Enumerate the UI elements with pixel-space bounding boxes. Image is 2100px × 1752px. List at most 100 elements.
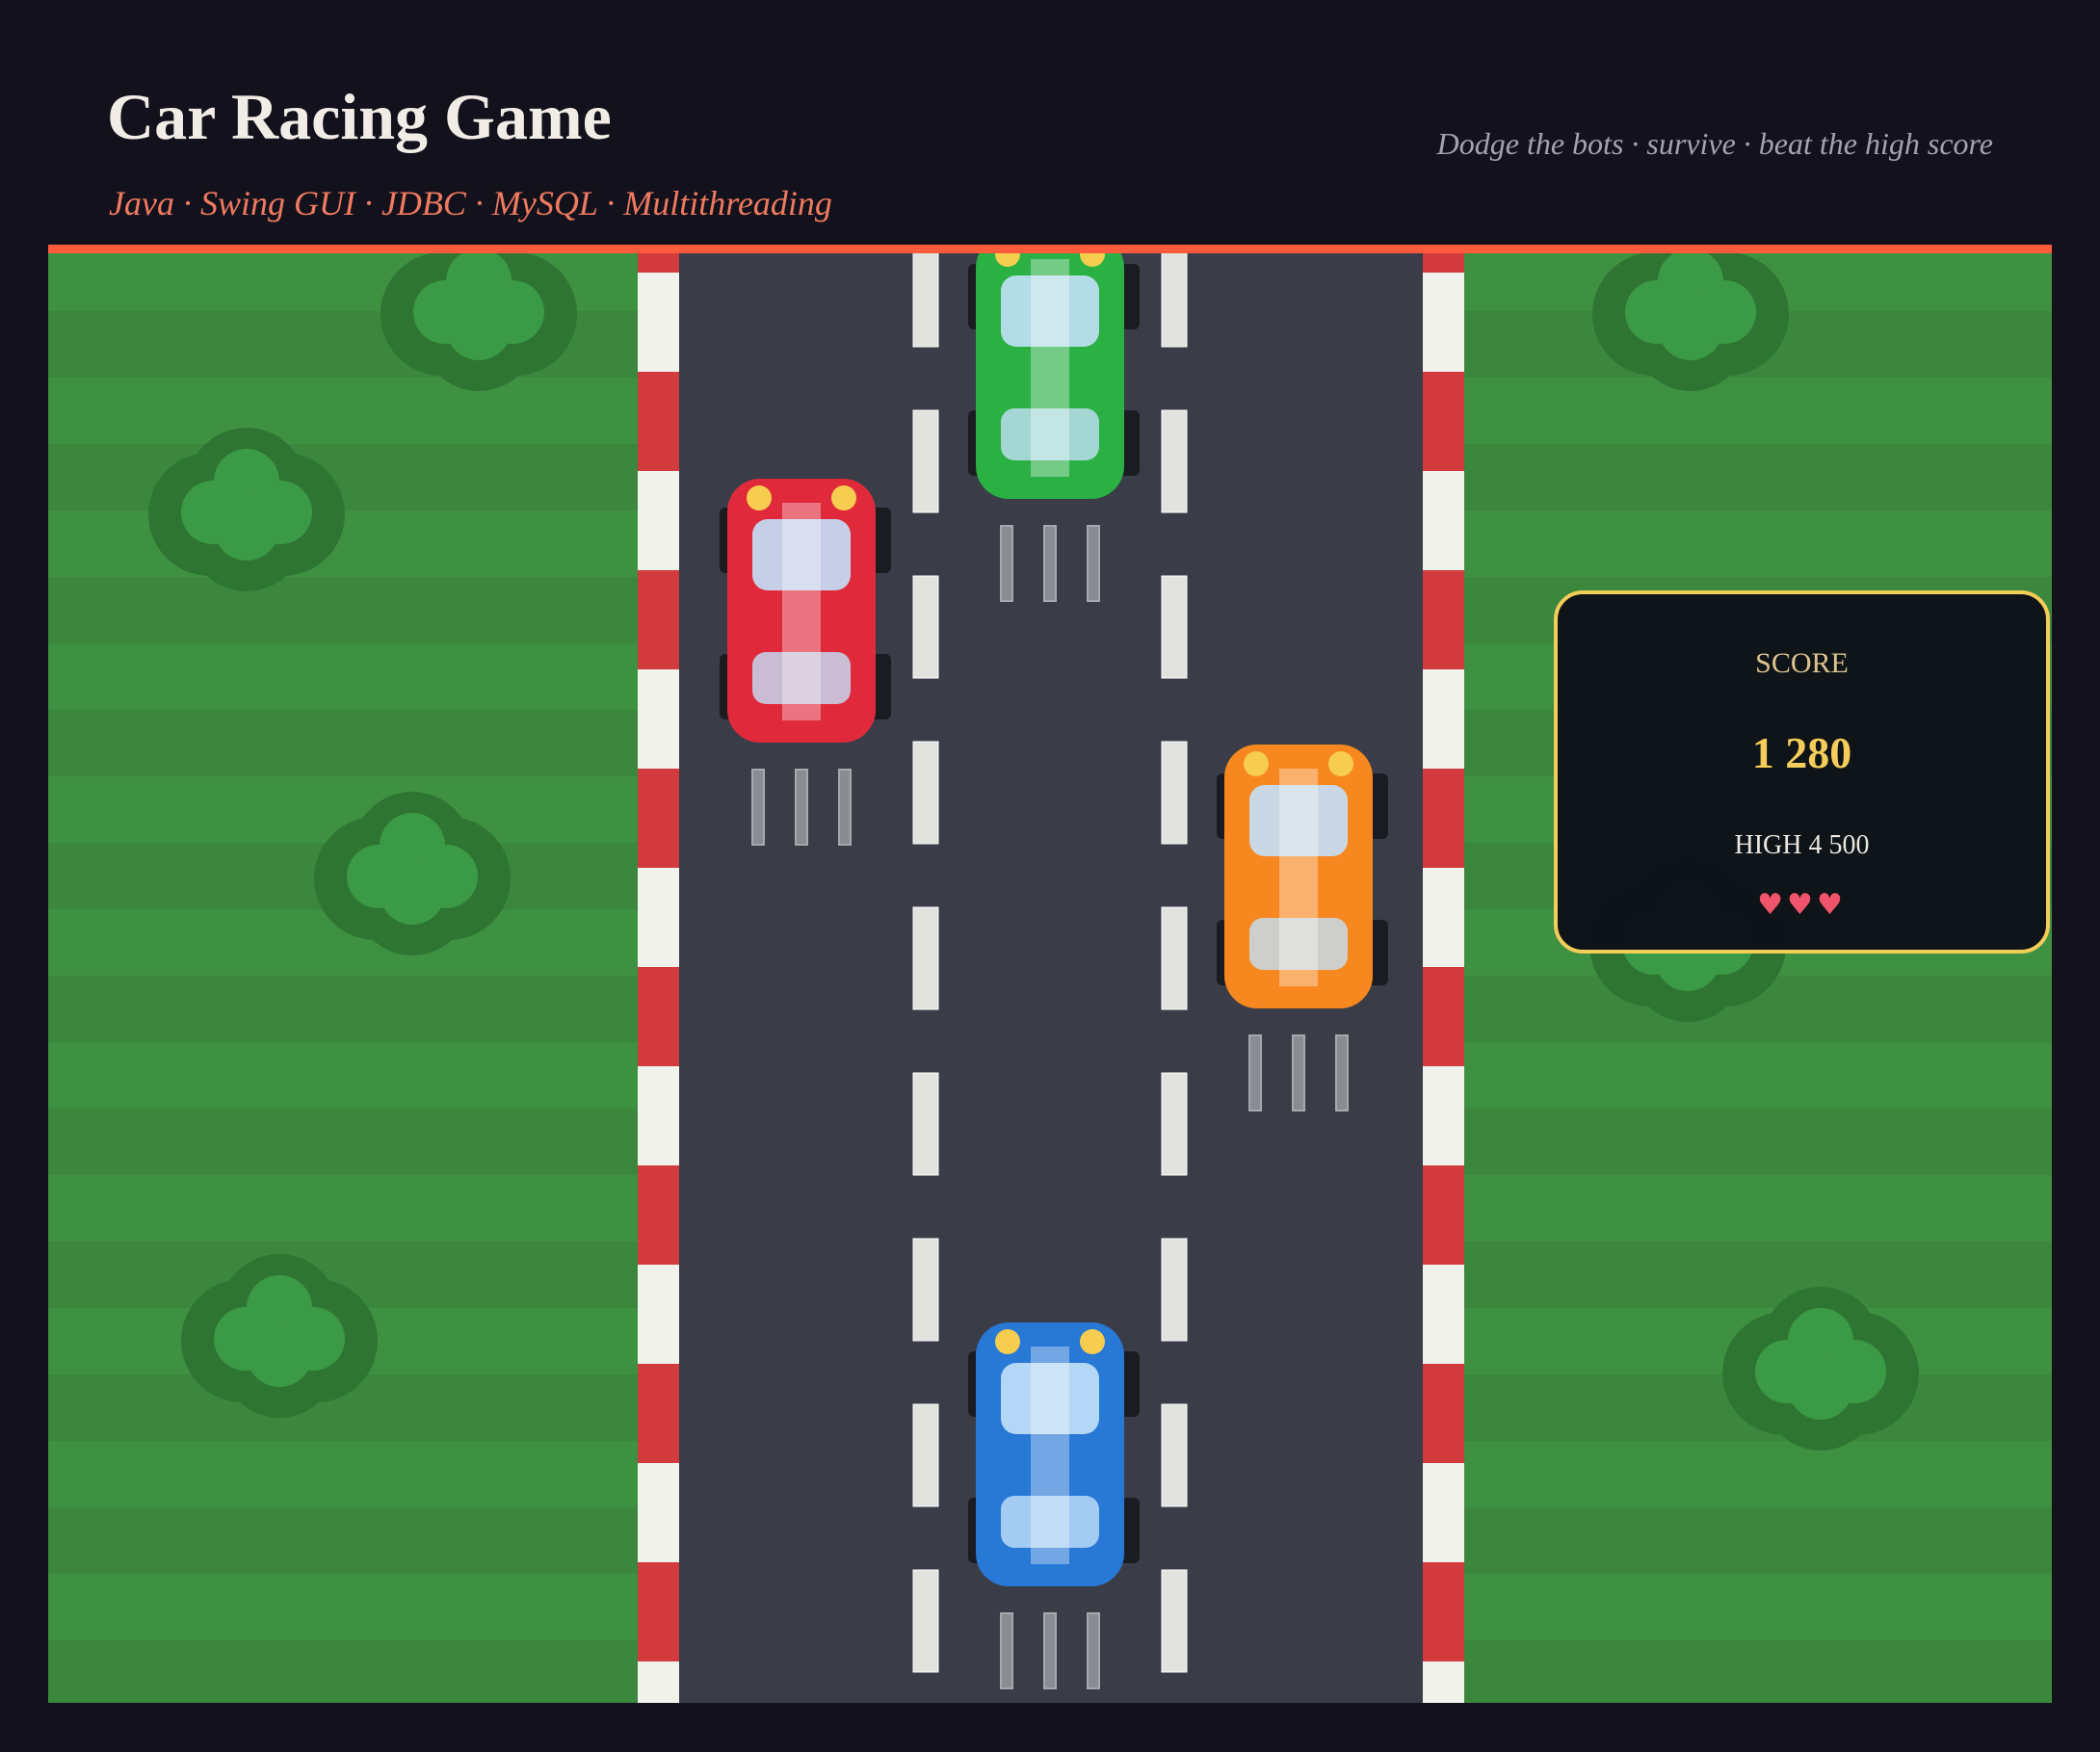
high-score: HIGH 4 500 — [1734, 830, 1870, 860]
curb-segment — [1423, 669, 1464, 769]
game-title: Car Racing Game — [107, 80, 612, 153]
speed-line — [1248, 1034, 1262, 1111]
curb-segment — [1423, 967, 1464, 1066]
lane-dash — [1161, 1569, 1188, 1673]
lane-dash — [912, 409, 939, 513]
curb-segment — [1423, 1661, 1464, 1703]
curb-segment — [638, 570, 679, 669]
curb-segment — [638, 471, 679, 570]
grass-stripe — [1464, 444, 2052, 510]
grass-stripe — [48, 1574, 638, 1640]
speed-line — [1000, 525, 1013, 602]
lane-dash — [1161, 1403, 1188, 1507]
headlight — [747, 485, 772, 510]
racing-stripe — [1279, 769, 1318, 986]
racing-stripe — [782, 503, 821, 720]
curb-segment — [638, 1661, 679, 1703]
headlight — [1328, 751, 1353, 776]
curb-segment — [1423, 1165, 1464, 1265]
speed-line — [751, 769, 765, 846]
grass-stripe — [48, 577, 638, 643]
lane-dash — [912, 575, 939, 679]
headlight — [831, 485, 856, 510]
grass-stripe — [1464, 1042, 2052, 1109]
game-canvas[interactable]: SCORE 1 280 HIGH 4 500 ♥♥♥ — [48, 245, 2052, 1703]
headlight — [1080, 1329, 1105, 1354]
grass-left — [48, 245, 638, 1703]
speed-line — [795, 769, 808, 846]
curb-segment — [1423, 769, 1464, 868]
curb-segment — [638, 1165, 679, 1265]
speed-line — [838, 769, 852, 846]
lane-dash — [912, 1238, 939, 1342]
curb-segment — [638, 967, 679, 1066]
curb-segment — [1423, 1066, 1464, 1165]
lane-dash — [1161, 245, 1188, 348]
curb-segment — [638, 1562, 679, 1661]
headlight — [1244, 751, 1269, 776]
curb-segment — [638, 1364, 679, 1463]
tech-stack-subtitle: Java · Swing GUI · JDBC · MySQL · Multit… — [109, 184, 832, 222]
curb-segment — [1423, 1463, 1464, 1562]
score-panel: SCORE 1 280 HIGH 4 500 ♥♥♥ — [1554, 590, 2050, 954]
lane-dash — [1161, 1238, 1188, 1342]
curb-segment — [1423, 570, 1464, 669]
curb-segment — [638, 1463, 679, 1562]
lane-dash — [1161, 575, 1188, 679]
grass-stripe — [48, 1109, 638, 1175]
curb-segment — [638, 868, 679, 967]
lane-dash — [912, 906, 939, 1010]
speed-line — [1043, 525, 1057, 602]
racing-stripe — [1031, 259, 1069, 477]
grass-stripe — [48, 643, 638, 710]
curb-segment — [638, 1265, 679, 1364]
grass-stripe — [1464, 1441, 2052, 1507]
grass-stripe — [1464, 1242, 2052, 1308]
speed-line — [1087, 525, 1100, 602]
curb-segment — [1423, 868, 1464, 967]
grass-stripe — [1464, 1574, 2052, 1640]
lane-dash — [912, 245, 939, 348]
grass-stripe — [48, 378, 638, 444]
lane-dash — [1161, 409, 1188, 513]
curb-segment — [638, 372, 679, 471]
speed-line — [1087, 1612, 1100, 1689]
grass-stripe — [1464, 1109, 2052, 1175]
grass-stripe — [48, 1042, 638, 1109]
curb-segment — [1423, 1562, 1464, 1661]
lane-dash — [1161, 1072, 1188, 1176]
curb-segment — [638, 669, 679, 769]
race-track-scene — [48, 245, 2052, 1703]
score-label: SCORE — [1755, 647, 1849, 679]
speed-line — [1335, 1034, 1349, 1111]
grass-stripe — [1464, 1175, 2052, 1242]
grass-stripe — [48, 1640, 638, 1703]
curb-segment — [638, 769, 679, 868]
curb-segment — [638, 1066, 679, 1165]
score-value: 1 280 — [1751, 728, 1852, 777]
curb-segment — [1423, 1265, 1464, 1364]
curb-segment — [1423, 273, 1464, 372]
grass-stripe — [1464, 378, 2052, 444]
grass-stripe — [1464, 1640, 2052, 1703]
curb-segment — [1423, 471, 1464, 570]
game-tagline: Dodge the bots · survive · beat the high… — [1436, 126, 1993, 161]
accent-bar — [48, 245, 2052, 253]
curb-segment — [638, 273, 679, 372]
grass-stripe — [1464, 510, 2052, 577]
racing-stripe — [1031, 1347, 1069, 1564]
curb-segment — [1423, 1364, 1464, 1463]
speed-line — [1292, 1034, 1305, 1111]
grass-stripe — [1464, 1507, 2052, 1574]
lives-hearts-icon: ♥♥♥ — [1757, 888, 1847, 922]
grass-stripe — [48, 976, 638, 1042]
speed-line — [1000, 1612, 1013, 1689]
lane-dash — [1161, 741, 1188, 845]
grass-stripe — [48, 1441, 638, 1507]
lane-dash — [1161, 906, 1188, 1010]
grass-stripe — [48, 710, 638, 776]
lane-dash — [912, 1072, 939, 1176]
lane-dash — [912, 1569, 939, 1673]
grass-stripe — [48, 1507, 638, 1574]
curb-segment — [1423, 372, 1464, 471]
